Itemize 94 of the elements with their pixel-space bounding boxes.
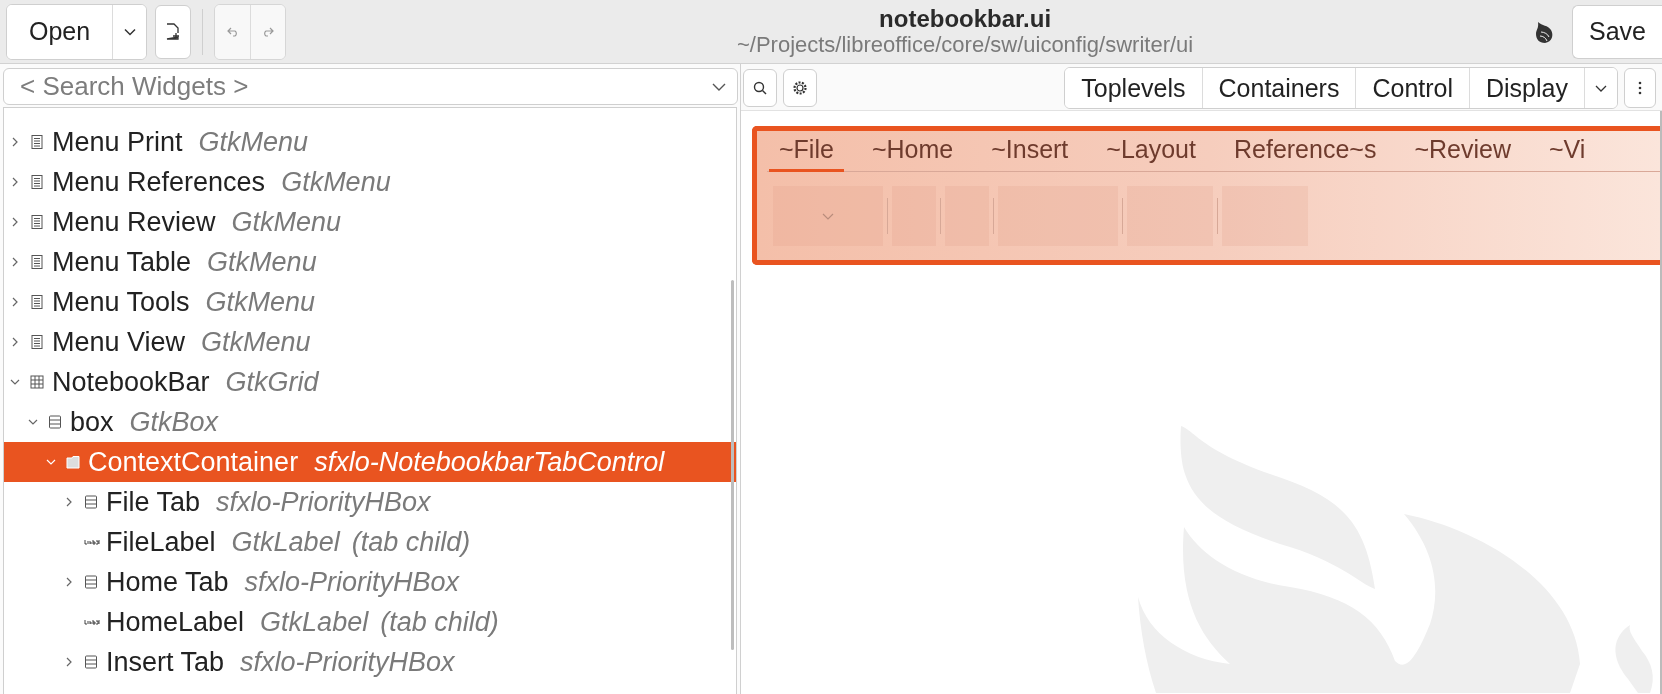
tabbed-folder-icon	[66, 454, 80, 470]
chevron-right-icon[interactable]	[64, 497, 74, 507]
widget-type: GtkMenu	[281, 166, 391, 198]
chevron-down-icon[interactable]	[10, 377, 20, 387]
chevron-down-icon	[1595, 84, 1607, 92]
chevron-down-icon[interactable]	[46, 457, 56, 467]
widget-name: File Tab	[106, 486, 201, 518]
chevron-right-icon[interactable]	[10, 137, 20, 147]
widget-name: box	[70, 406, 114, 438]
widget-name: Menu View	[52, 326, 186, 358]
box-layout-icon	[48, 414, 62, 430]
chevron-right-icon[interactable]	[10, 257, 20, 267]
undo-icon	[226, 26, 239, 37]
widget-type: sfxlo-NotebookbarTabControl	[314, 446, 665, 478]
tree-row[interactable]: Insert Tab sfxlo-PriorityHBox	[4, 642, 736, 682]
chevron-down-icon[interactable]	[28, 417, 38, 427]
notebookbar-tab[interactable]: ~Vi	[1539, 135, 1596, 172]
widget-type: sfxlo-PriorityHBox	[240, 646, 455, 678]
chevron-right-icon[interactable]	[10, 297, 20, 307]
widget-name: Menu References	[52, 166, 266, 198]
notebookbar-tab[interactable]: ~Home	[861, 135, 964, 172]
menu-list-icon	[30, 334, 44, 350]
tree-row[interactable]: Menu References GtkMenu	[4, 162, 736, 202]
widget-note: (tab child)	[380, 606, 499, 638]
search-widgets-field[interactable]: < Search Widgets >	[3, 68, 738, 105]
widget-type: GtkMenu	[207, 246, 317, 278]
widget-type: GtkMenu	[201, 326, 311, 358]
chevron-right-icon[interactable]	[64, 577, 74, 587]
menu-list-icon	[30, 254, 44, 270]
widget-type: GtkLabel	[260, 606, 369, 638]
widget-name: Insert Tab	[106, 646, 225, 678]
widget-name: NotebookBar	[52, 366, 210, 398]
notebookbar-tab[interactable]: Reference~s	[1224, 135, 1387, 172]
menu-list-icon	[30, 174, 44, 190]
menu-list-icon	[30, 134, 44, 150]
tree-row[interactable]: Menu Tools GtkMenu	[4, 282, 736, 322]
chevron-right-icon[interactable]	[10, 177, 20, 187]
widget-type: GtkBox	[129, 406, 219, 438]
tree-row[interactable]: File Tab sfxlo-PriorityHBox	[4, 482, 736, 522]
scrollbar[interactable]	[1660, 111, 1662, 694]
box-layout-icon	[84, 654, 98, 670]
search-button[interactable]	[743, 69, 777, 107]
tree-row[interactable]: Menu Print GtkMenu	[4, 122, 736, 162]
chevron-right-icon[interactable]	[64, 657, 74, 667]
widget-type: GtkMenu	[198, 126, 309, 158]
widget-type: sfxlo-PriorityHBox	[244, 566, 460, 598]
widget-type: sfxlo-PriorityHBox	[216, 486, 431, 518]
notebookbar-tab[interactable]: ~File	[769, 135, 844, 172]
window-title: notebookbar.ui	[879, 5, 1052, 32]
widget-note: (tab child)	[351, 526, 471, 558]
tree-row[interactable]: NotebookBar GtkGrid	[4, 362, 736, 402]
settings-icon	[792, 80, 808, 96]
menu-list-icon	[30, 214, 44, 230]
chevron-right-icon[interactable]	[10, 337, 20, 347]
widget-name: Menu Table	[52, 246, 192, 278]
notebookbar-tab[interactable]: ~Insert	[981, 135, 1079, 172]
chevron-down-icon	[712, 83, 726, 91]
widget-type: GtkMenu	[231, 206, 342, 238]
notebookbar-tab[interactable]: ~Review	[1404, 135, 1521, 172]
chevron-down-icon	[123, 27, 136, 36]
tree-row[interactable]: Menu Review GtkMenu	[4, 202, 736, 242]
tree-row[interactable]: Menu View GtkMenu	[4, 322, 736, 362]
menu-icon	[1638, 81, 1642, 95]
tree-row[interactable]: Home Tab sfxlo-PriorityHBox	[4, 562, 736, 602]
widget-name: FileLabel	[106, 526, 216, 558]
widget-type: GtkMenu	[205, 286, 316, 318]
search-icon	[753, 81, 767, 95]
tree-row[interactable]: HomeLabel GtkLabel (tab child)	[4, 602, 736, 642]
widget-name: ContextContainer	[88, 446, 299, 478]
settings-button[interactable]	[783, 69, 817, 107]
save-button[interactable]: Save	[1572, 4, 1662, 59]
menu-list-icon	[30, 294, 44, 310]
redo-icon	[262, 26, 275, 37]
flame-icon	[1534, 19, 1554, 44]
scrollbar[interactable]	[731, 280, 734, 650]
tree-row[interactable]: box GtkBox	[4, 402, 736, 442]
new-file-button[interactable]	[155, 4, 192, 59]
box-layout-icon	[84, 574, 98, 590]
grid-icon	[30, 374, 44, 390]
widget-name: Menu Print	[52, 126, 183, 158]
widget-type: GtkLabel	[231, 526, 340, 558]
notebookbar-tab[interactable]: ~Layout	[1096, 135, 1206, 172]
tree-row[interactable]: ContextContainer sfxlo-NotebookbarTabControl	[4, 442, 736, 482]
file-path: ~/Projects/libreoffice/core/sw/uiconfig/swriter/ui	[736, 31, 1194, 58]
widget-name: Menu Review	[52, 206, 216, 238]
widget-name: HomeLabel	[106, 606, 245, 638]
chevron-down-icon	[822, 212, 834, 220]
widget-type: GtkGrid	[225, 366, 319, 398]
box-layout-icon	[84, 494, 98, 510]
widget-name: Menu Tools	[52, 286, 190, 318]
widget-name: Home Tab	[106, 566, 229, 598]
tree-row[interactable]: Menu Table GtkMenu	[4, 242, 736, 282]
tree-row[interactable]: FileLabel GtkLabel (tab child)	[4, 522, 736, 562]
chevron-right-icon[interactable]	[10, 217, 20, 227]
